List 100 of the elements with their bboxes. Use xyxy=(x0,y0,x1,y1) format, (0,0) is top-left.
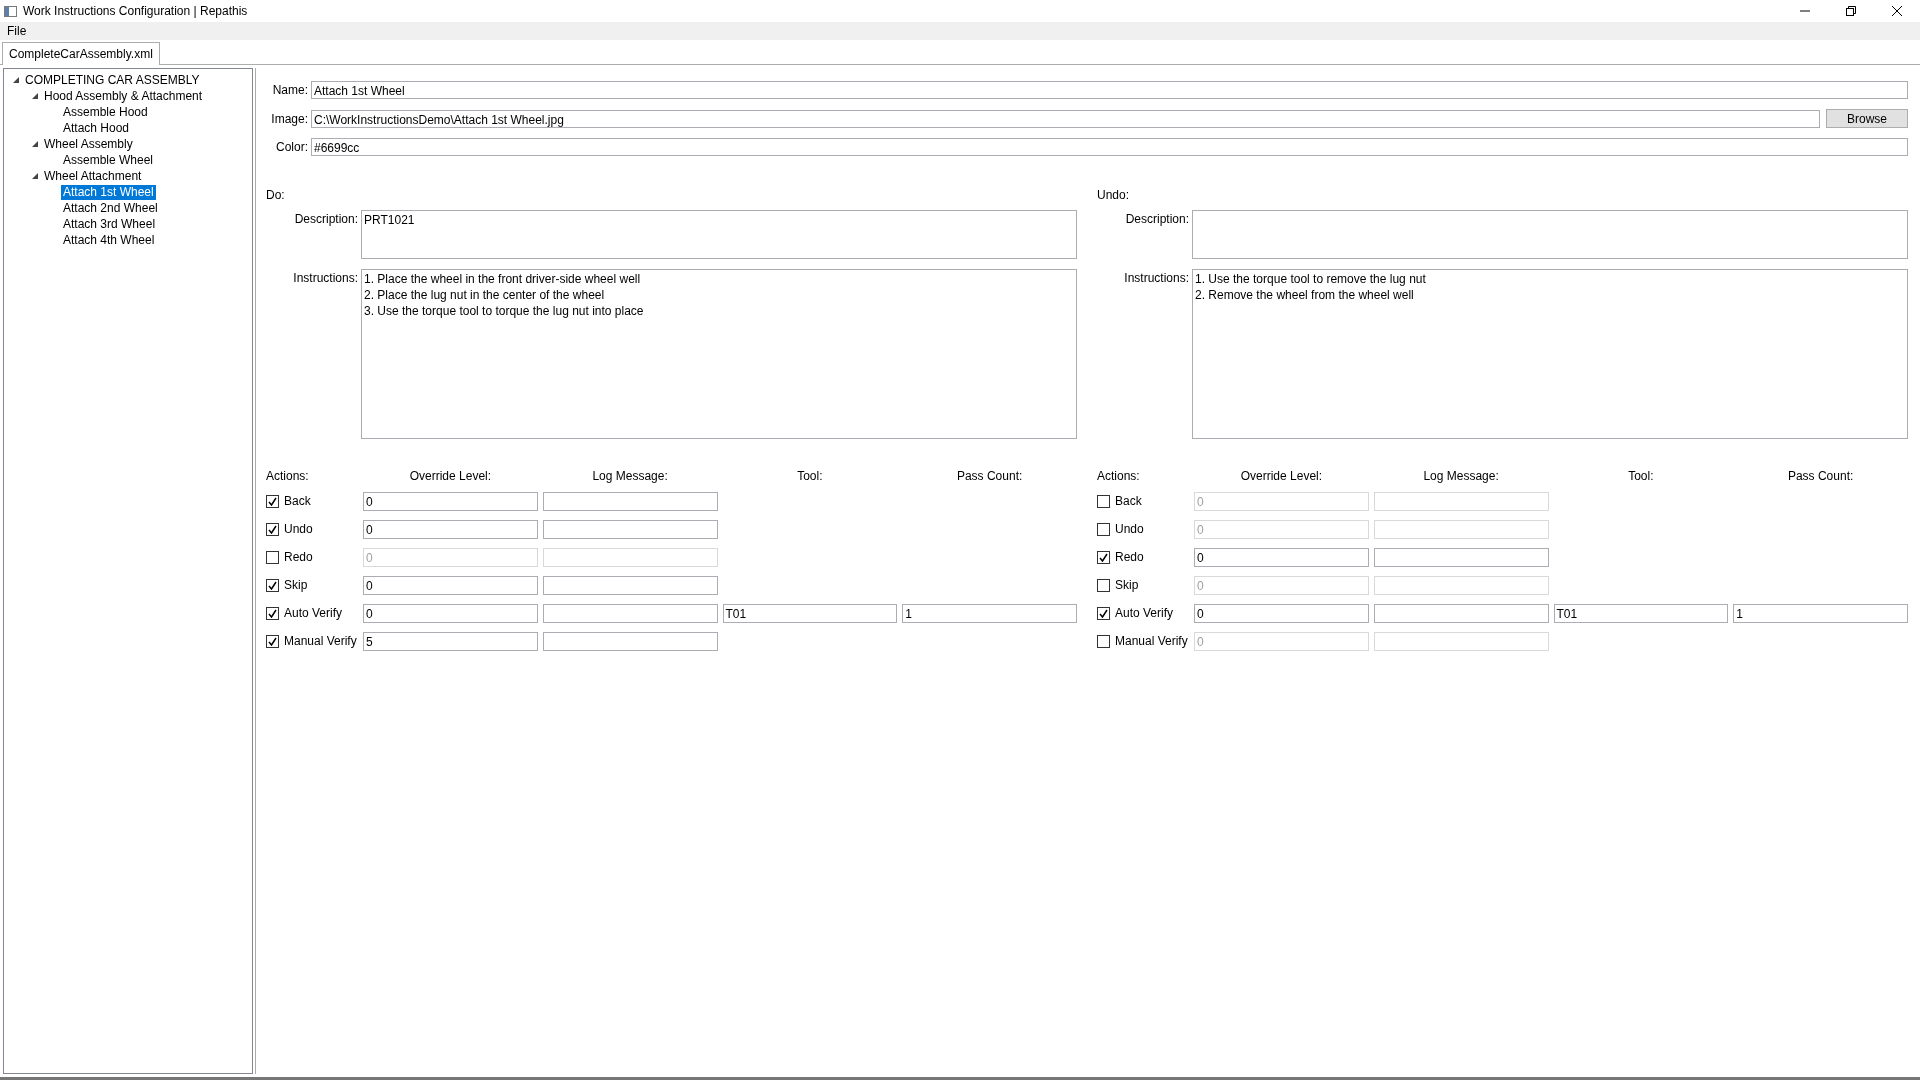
field-label: Description: xyxy=(293,211,358,228)
log-message-field[interactable] xyxy=(1373,548,1549,567)
checkbox[interactable] xyxy=(1097,495,1110,508)
checkbox[interactable] xyxy=(266,579,279,592)
menu-item[interactable]: File xyxy=(0,22,34,40)
expander-icon[interactable] xyxy=(30,92,39,100)
checkbox-label: Back xyxy=(284,495,311,508)
image-path-field[interactable]: C:\WorkInstructionsDemo\Attach 1st Wheel.jpg xyxy=(311,109,1820,128)
column-header: Override Level: xyxy=(1239,469,1324,483)
checkbox-label: Auto Verify xyxy=(284,607,343,620)
checkbox[interactable] xyxy=(266,635,279,648)
description-field[interactable]: PRT1021 xyxy=(361,210,1077,259)
override-level-field[interactable]: 0 xyxy=(363,492,538,511)
check-icon xyxy=(268,581,277,590)
field-label: Description: xyxy=(1124,211,1189,228)
checkbox-label: Manual Verify xyxy=(1115,635,1188,648)
section-heading: Do: xyxy=(266,188,286,204)
check-icon xyxy=(1099,609,1108,618)
check-icon xyxy=(1099,553,1108,562)
field-label: Instructions: xyxy=(1123,270,1189,287)
tree-item[interactable]: Attach 2nd Wheel xyxy=(61,200,160,216)
restore-icon xyxy=(1846,6,1856,16)
name-field[interactable]: Attach 1st Wheel xyxy=(311,81,1908,99)
checkbox-label: Manual Verify xyxy=(284,635,357,648)
column-header: Log Message: xyxy=(591,469,669,483)
log-message-field[interactable] xyxy=(542,520,718,539)
column-header: Actions: xyxy=(1097,469,1141,483)
expander-icon[interactable] xyxy=(11,76,20,84)
checkbox[interactable] xyxy=(1097,635,1110,648)
log-message-field[interactable] xyxy=(542,604,718,623)
checkbox-label: Redo xyxy=(1115,551,1144,564)
log-message-field[interactable] xyxy=(1373,632,1549,651)
checkbox-label: Skip xyxy=(1115,579,1139,592)
instructions-field[interactable]: 1. Use the torque tool to remove the lug nut 2. Remove the wheel from the wheel well xyxy=(1192,269,1908,439)
column-header: Log Message: xyxy=(1422,469,1500,483)
file-tab[interactable]: CompleteCarAssembly.xml xyxy=(2,42,160,65)
pass-count-field[interactable]: 1 xyxy=(902,604,1077,623)
checkbox-label: Skip xyxy=(284,579,308,592)
checkbox[interactable] xyxy=(1097,579,1110,592)
log-message-field[interactable] xyxy=(1373,520,1549,539)
checkbox[interactable] xyxy=(1097,551,1110,564)
column-header: Override Level: xyxy=(408,469,493,483)
window-title: Work Instructions Configuration | Repathis xyxy=(23,4,248,18)
column-header: Pass Count: xyxy=(1786,469,1855,483)
log-message-field[interactable] xyxy=(542,576,718,595)
check-icon xyxy=(268,525,277,534)
close-icon xyxy=(1892,6,1902,16)
tree-item[interactable]: Attach 3rd Wheel xyxy=(61,216,158,232)
tree-item[interactable]: Wheel Assembly xyxy=(42,136,135,152)
checkbox[interactable] xyxy=(266,607,279,620)
checkbox-label: Undo xyxy=(284,523,313,536)
tree-item[interactable]: Attach 1st Wheel xyxy=(61,184,156,200)
log-message-field[interactable] xyxy=(1373,492,1549,511)
field-label: Image: xyxy=(270,111,308,126)
override-level-field[interactable]: 5 xyxy=(363,632,538,651)
checkbox-label: Auto Verify xyxy=(1115,607,1174,620)
override-level-field[interactable]: 0 xyxy=(363,520,538,539)
tree-item[interactable]: Wheel Attachment xyxy=(42,168,144,184)
checkbox[interactable] xyxy=(1097,607,1110,620)
field-label: Name: xyxy=(271,83,308,97)
log-message-field[interactable] xyxy=(1373,576,1549,595)
pass-count-field[interactable]: 1 xyxy=(1733,604,1908,623)
tree-item[interactable]: Hood Assembly & Attachment xyxy=(42,88,205,104)
checkbox[interactable] xyxy=(266,495,279,508)
log-message-field[interactable] xyxy=(542,548,718,567)
description-field[interactable] xyxy=(1192,210,1908,259)
log-message-field[interactable] xyxy=(1373,604,1549,623)
log-message-field[interactable] xyxy=(542,492,718,511)
checkbox-label: Undo xyxy=(1115,523,1144,536)
checkbox[interactable] xyxy=(266,551,279,564)
tool-field[interactable]: T01 xyxy=(1553,604,1729,623)
column-header: Tool: xyxy=(1627,469,1655,483)
color-field[interactable]: #6699cc xyxy=(311,138,1908,156)
checkbox-label: Redo xyxy=(284,551,313,564)
override-level-field[interactable]: 0 xyxy=(363,576,538,595)
override-level-field[interactable]: 0 xyxy=(1194,548,1369,567)
column-header: Tool: xyxy=(796,469,824,483)
checkbox-label: Back xyxy=(1115,495,1142,508)
log-message-field[interactable] xyxy=(542,632,718,651)
tree-item[interactable]: Assemble Wheel xyxy=(61,152,156,168)
check-icon xyxy=(268,637,277,646)
section-heading: Undo: xyxy=(1097,188,1131,204)
checkbox[interactable] xyxy=(1097,523,1110,536)
override-level-field[interactable]: 0 xyxy=(1194,604,1369,623)
expander-icon[interactable] xyxy=(30,172,39,180)
browse-button[interactable]: Browse xyxy=(1826,109,1908,128)
tree-item[interactable]: COMPLETING CAR ASSEMBLY xyxy=(23,72,202,88)
override-level-field[interactable]: 0 xyxy=(363,604,538,623)
field-label: Instructions: xyxy=(292,270,358,287)
tool-field[interactable]: T01 xyxy=(722,604,898,623)
check-icon xyxy=(268,609,277,618)
tree-item[interactable]: Attach Hood xyxy=(61,120,132,136)
checkbox[interactable] xyxy=(266,523,279,536)
expander-icon[interactable] xyxy=(30,140,39,148)
column-header: Actions: xyxy=(266,469,310,483)
field-label: Color: xyxy=(275,140,308,154)
tree-item[interactable]: Assemble Hood xyxy=(61,104,150,120)
tree-item[interactable]: Attach 4th Wheel xyxy=(61,232,157,248)
app-icon xyxy=(4,4,17,18)
instructions-field[interactable]: 1. Place the wheel in the front driver-side wheel well 2. Place the lug nut in the center of the wheel 3. Use the torque tool to torque the lug nut into place xyxy=(361,269,1077,439)
